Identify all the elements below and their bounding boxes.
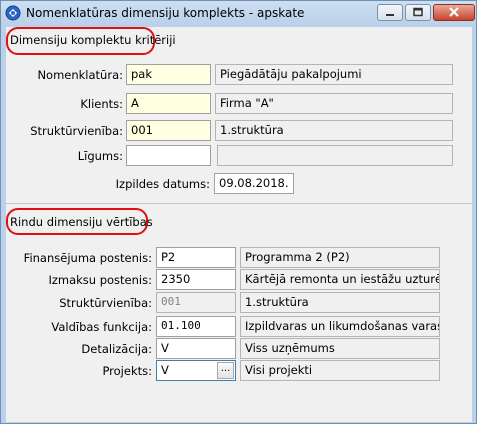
close-icon xyxy=(449,7,459,17)
structure-code-input[interactable]: 001 xyxy=(126,120,211,141)
gov-function-code-input[interactable]: 01.100 xyxy=(156,316,236,337)
contract-code-input[interactable] xyxy=(126,145,211,166)
structure-label: Struktūrvienība: xyxy=(30,124,123,138)
minimize-button[interactable] xyxy=(377,4,403,21)
window: Nomenklatūras dimensiju komplekts - apsk… xyxy=(0,0,477,424)
app-icon xyxy=(5,5,21,21)
detail-name-field: Viss uzņēmums xyxy=(240,338,440,359)
minimize-icon xyxy=(386,14,394,16)
dialog-body: Dimensiju komplektu kritēriji Nomenklatū… xyxy=(6,27,472,422)
row-structure-label: Struktūrvienība: xyxy=(59,296,152,310)
window-title: Nomenklatūras dimensiju komplekts - apsk… xyxy=(26,6,305,20)
project-name-field: Visi projekti xyxy=(240,360,440,381)
row-structure-name-field: 1.struktūra xyxy=(240,292,440,313)
exec-date-label: Izpildes datums: xyxy=(115,177,210,191)
detail-code-input[interactable]: V xyxy=(156,338,236,359)
client-code-input[interactable]: A xyxy=(126,93,211,114)
maximize-button[interactable] xyxy=(405,4,431,21)
project-code-input[interactable]: V ... xyxy=(156,360,236,381)
expense-name-field: Kārtējā remonta un iestāžu uzturēšanas xyxy=(240,269,440,290)
detail-label: Detalizācija: xyxy=(81,342,152,356)
exec-date-input[interactable]: 09.08.2018. xyxy=(214,173,294,194)
client-name-field: Firma "A" xyxy=(215,93,453,114)
client-label: Klients: xyxy=(80,97,123,111)
nomenclature-code-input[interactable]: pak xyxy=(126,64,211,85)
financing-name-field: Programma 2 (P2) xyxy=(240,247,440,268)
nomenclature-label: Nomenklatūra: xyxy=(37,68,123,82)
contract-name-field xyxy=(217,145,453,166)
row-structure-code-field: 001 xyxy=(156,292,236,313)
close-button[interactable] xyxy=(433,4,475,21)
project-label: Projekts: xyxy=(102,364,152,378)
financing-label: Finansējuma postenis: xyxy=(23,251,152,265)
gov-function-name-field: Izpildvaras un likumdošanas varas instit… xyxy=(240,316,440,337)
nomenclature-name-field: Piegādātāju pakalpojumi xyxy=(215,64,453,85)
title-bar[interactable]: Nomenklatūras dimensiju komplekts - apsk… xyxy=(1,1,476,25)
group-separator xyxy=(6,203,472,204)
maximize-icon xyxy=(413,7,423,17)
structure-name-field: 1.struktūra xyxy=(215,120,453,141)
project-lookup-button[interactable]: ... xyxy=(217,362,234,379)
financing-code-input[interactable]: P2 xyxy=(156,247,236,268)
gov-function-label: Valdības funkcija: xyxy=(51,320,152,334)
criteria-group-title: Dimensiju komplektu kritēriji xyxy=(10,33,176,47)
rows-group-title: Rindu dimensiju vērtības xyxy=(10,215,153,229)
expense-code-input[interactable]: 2350 xyxy=(156,269,236,290)
project-code-value: V xyxy=(161,363,169,377)
expense-label: Izmaksu postenis: xyxy=(48,273,152,287)
contract-label: Līgums: xyxy=(77,149,123,163)
